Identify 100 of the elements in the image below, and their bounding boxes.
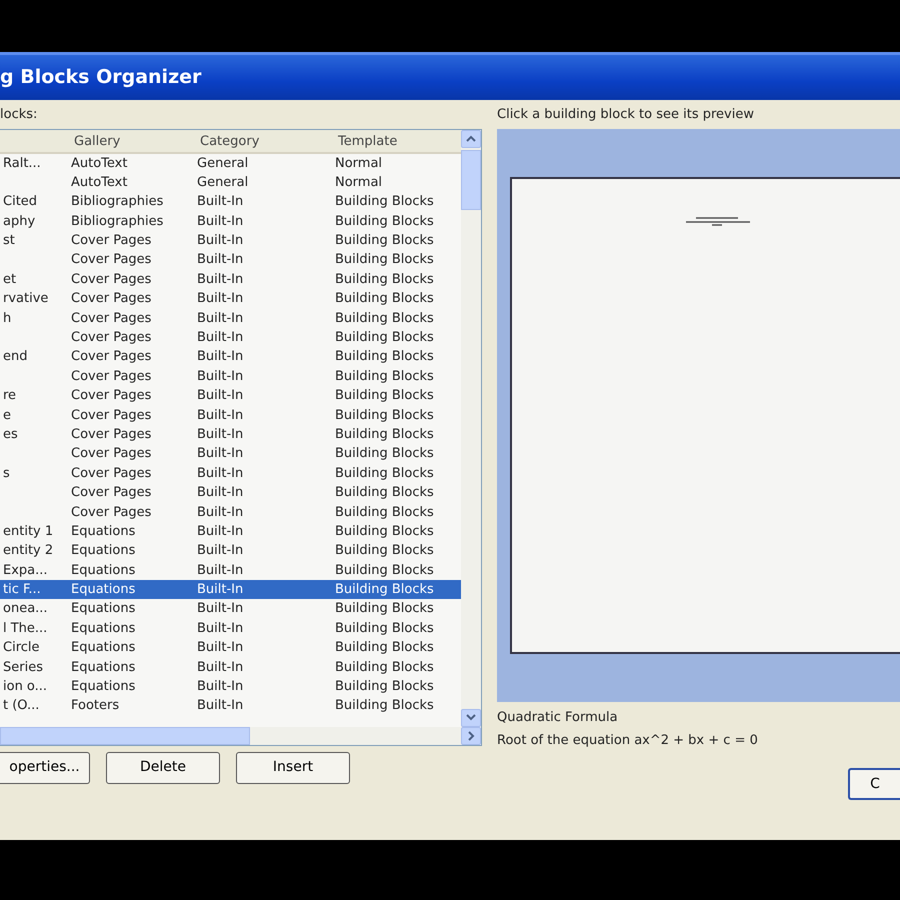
scroll-up-button[interactable] [461, 130, 481, 148]
table-cell-text: Cover Pages [70, 348, 152, 366]
table-cell-text: Built-In [196, 387, 244, 406]
list-row[interactable]: s Cover Pages Built-In Building Blocks [0, 464, 461, 484]
table-cell-text: Built-In [196, 581, 244, 600]
list-row[interactable]: Cover Pages Built-In Building Blocks [0, 444, 461, 464]
table-cell-text: Built-In [196, 678, 244, 696]
dialog-button[interactable]: Insert [236, 752, 350, 784]
table-cell-text: Series [2, 658, 44, 677]
list-row[interactable]: entity 2 Equations Built-In Building Blocks [0, 541, 461, 561]
list-row[interactable]: t (O... Footers Built-In Building Blocks [0, 696, 461, 716]
table-cell-text: Cover Pages [70, 406, 152, 425]
table-cell-text: Cover Pages [70, 484, 152, 502]
table-cell-text: Built-In [196, 639, 244, 658]
table-cell-text: Cover Pages [70, 445, 152, 464]
list-row[interactable]: Series Equations Built-In Building Blocks [0, 658, 461, 678]
list-row[interactable]: st Cover Pages Built-In Building Blocks [0, 231, 461, 250]
list-row[interactable]: l The... Equations Built-In Building Blocks [0, 618, 461, 638]
list-row[interactable]: end Cover Pages Built-In Building Blocks [0, 347, 461, 367]
block-description: Root of the equation ax^2 + bx + c = 0 [497, 732, 758, 750]
list-row[interactable]: Cover Pages Built-In Building Blocks [0, 483, 461, 503]
table-cell-text: entity 1 [2, 522, 54, 541]
list-row[interactable]: AutoText General Normal [0, 172, 461, 192]
table-cell-text: Built-In [196, 504, 244, 522]
table-cell-text: Built-In [196, 329, 244, 348]
block-name: Quadratic Formula [497, 708, 618, 726]
column-header[interactable]: Gallery [68, 130, 194, 154]
scroll-right-button[interactable] [461, 726, 481, 744]
list-row[interactable]: re Cover Pages Built-In Building Blocks [0, 386, 461, 406]
table-cell-text: Equations [70, 620, 136, 638]
list-row[interactable]: Cover Pages Built-In Building Blocks [0, 502, 461, 522]
list-row[interactable]: Cover Pages Built-In Building Blocks [0, 366, 461, 386]
list-row[interactable]: tic F... Equations Built-In Building Blocks [0, 580, 461, 600]
list-row[interactable]: ion o... Equations Built-In Building Blocks [0, 677, 461, 696]
table-cell-text: Equations [70, 581, 136, 600]
table-cell-text: tic F... [2, 581, 42, 600]
table-cell-text: aphy [2, 212, 36, 231]
close-button[interactable]: C [848, 768, 900, 800]
table-cell-text: Built-In [196, 658, 244, 677]
table-cell-text: Equations [70, 522, 136, 541]
list-row[interactable]: es Cover Pages Built-In Building Blocks [0, 424, 461, 444]
table-cell-text: Bibliographies [70, 193, 164, 212]
list-row[interactable]: Cited Bibliographies Built-In Building Blocks [0, 192, 461, 212]
table-cell-text: Building Blocks [334, 522, 435, 541]
table-cell-text: Building Blocks [334, 484, 435, 502]
table-cell-text: Built-In [196, 290, 244, 308]
table-cell-text: Building Blocks [334, 387, 435, 406]
table-cell-text: Building Blocks [334, 542, 435, 560]
table-cell-text: Built-In [196, 464, 244, 483]
table-cell-text: Built-In [196, 406, 244, 425]
table-cell-text: Building Blocks [334, 678, 435, 696]
table-cell-text: Equations [70, 600, 136, 618]
table-cell-text: Equations [70, 678, 136, 696]
table-cell-text: Building Blocks [334, 368, 435, 386]
scroll-down-button[interactable] [461, 708, 481, 726]
table-cell-text: Building Blocks [334, 251, 435, 270]
preview-hint: Click a building block to see its preview [497, 106, 754, 124]
table-cell-text: st [2, 232, 16, 250]
table-cell-text: Cover Pages [70, 251, 152, 270]
table-cell-text: Building Blocks [334, 445, 435, 464]
list-row[interactable]: e Cover Pages Built-In Building Blocks [0, 406, 461, 425]
table-cell-text: Building Blocks [334, 697, 435, 716]
table-cell-text: Ralt... [2, 154, 42, 172]
list-row[interactable]: Cover Pages Built-In Building Blocks [0, 328, 461, 348]
table-cell-text: Building Blocks [334, 270, 435, 289]
table-cell-text: Building Blocks [334, 562, 435, 580]
scrollbar-thumb[interactable] [461, 150, 481, 210]
list-row[interactable]: aphy Bibliographies Built-In Building Blocks [0, 212, 461, 232]
table-cell-text: Cover Pages [70, 426, 152, 444]
table-cell-text: AutoText [70, 154, 128, 172]
table-cell-text: Built-In [196, 697, 244, 716]
list-row[interactable]: h Cover Pages Built-In Building Blocks [0, 308, 461, 328]
horizontal-scrollbar-thumb[interactable] [0, 726, 250, 744]
table-cell-text: Built-In [196, 542, 244, 560]
list-row[interactable]: Ralt... AutoText General Normal [0, 154, 461, 173]
table-cell-text: Built-In [196, 445, 244, 464]
dialog-button[interactable]: operties... [0, 752, 90, 784]
table-cell-text: t (O... [2, 697, 40, 716]
table-cell-text: e [2, 406, 12, 425]
list-row[interactable]: Circle Equations Built-In Building Blocks [0, 638, 461, 658]
table-cell-text: General [196, 154, 250, 172]
table-cell-text: Building Blocks [334, 620, 435, 638]
table-cell-text: Cover Pages [70, 464, 152, 483]
list-row[interactable]: Expa... Equations Built-In Building Blocks [0, 560, 461, 580]
list-row[interactable]: entity 1 Equations Built-In Building Blocks [0, 522, 461, 542]
list-row[interactable]: onea... Equations Built-In Building Blocks [0, 599, 461, 619]
table-cell-text: ion o... [2, 678, 48, 696]
column-header[interactable]: Category [194, 130, 332, 154]
table-cell-text: Built-In [196, 522, 244, 541]
dialog-button[interactable]: Delete [106, 752, 220, 784]
table-cell-text: Building Blocks [334, 504, 435, 522]
table-cell-text: Built-In [196, 251, 244, 270]
list-row[interactable]: rvative Cover Pages Built-In Building Blocks [0, 289, 461, 309]
table-cell-text: rvative [2, 290, 50, 308]
table-cell-text: Built-In [196, 426, 244, 444]
list-row[interactable]: et Cover Pages Built-In Building Blocks [0, 270, 461, 290]
column-header[interactable]: Template [332, 130, 456, 154]
list-row[interactable]: Cover Pages Built-In Building Blocks [0, 250, 461, 270]
table-cell-text: Building Blocks [334, 212, 435, 231]
table-cell-text: Normal [334, 154, 384, 172]
